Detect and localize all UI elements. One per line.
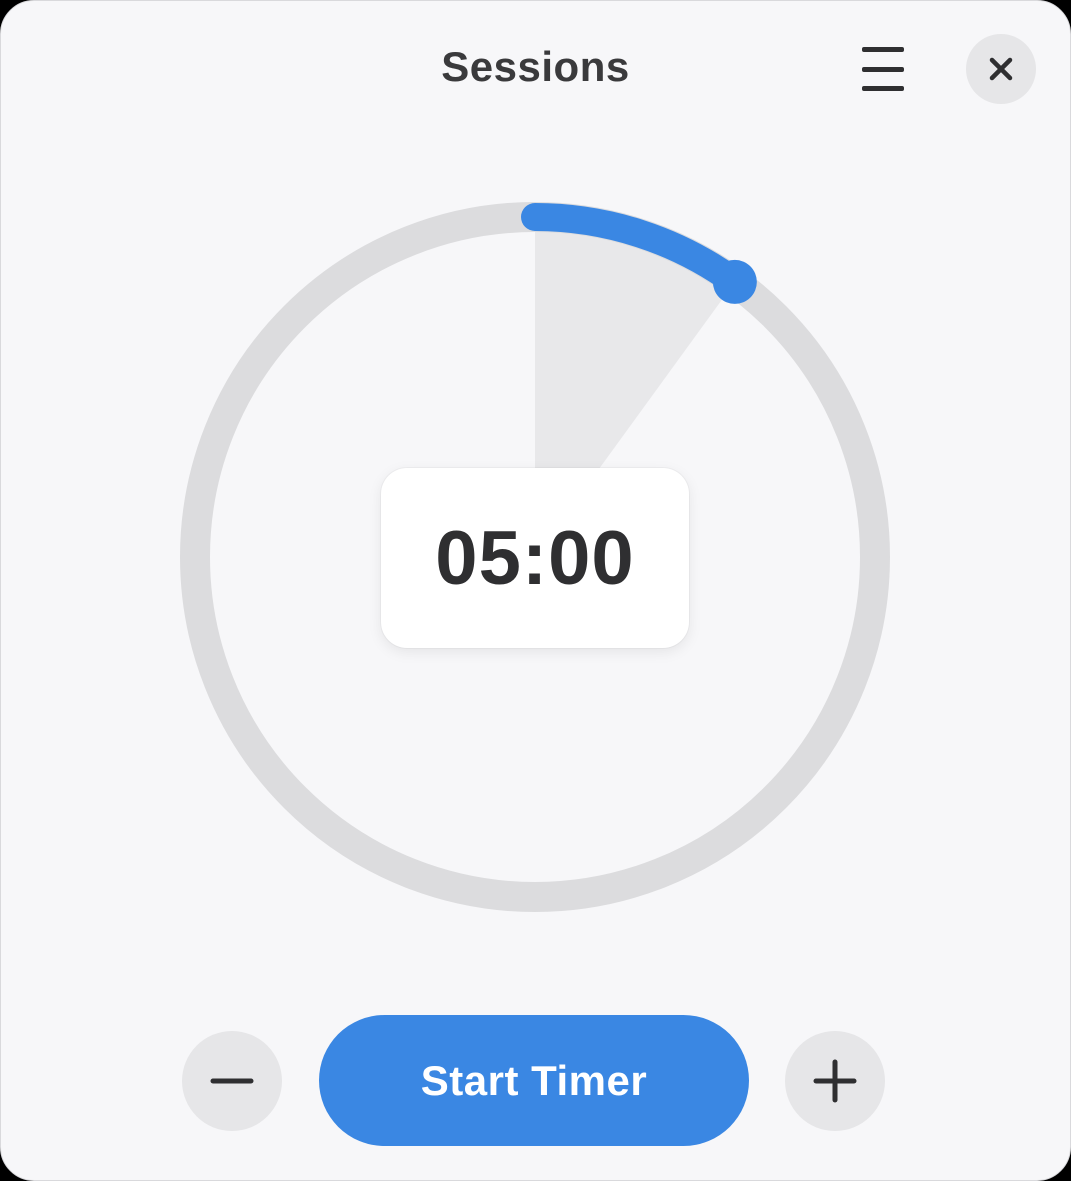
timer-dial-handle[interactable] xyxy=(712,259,757,304)
plus-icon xyxy=(813,1059,857,1103)
decrease-time-button[interactable] xyxy=(182,1031,282,1131)
minus-icon xyxy=(210,1078,254,1084)
time-display-card: 05:00 xyxy=(381,468,689,648)
start-timer-button[interactable]: Start Timer xyxy=(319,1015,749,1146)
increase-time-button[interactable] xyxy=(785,1031,885,1131)
sessions-window: Sessions 05:00 Start Timer xyxy=(0,0,1071,1181)
time-display: 05:00 xyxy=(435,515,635,601)
